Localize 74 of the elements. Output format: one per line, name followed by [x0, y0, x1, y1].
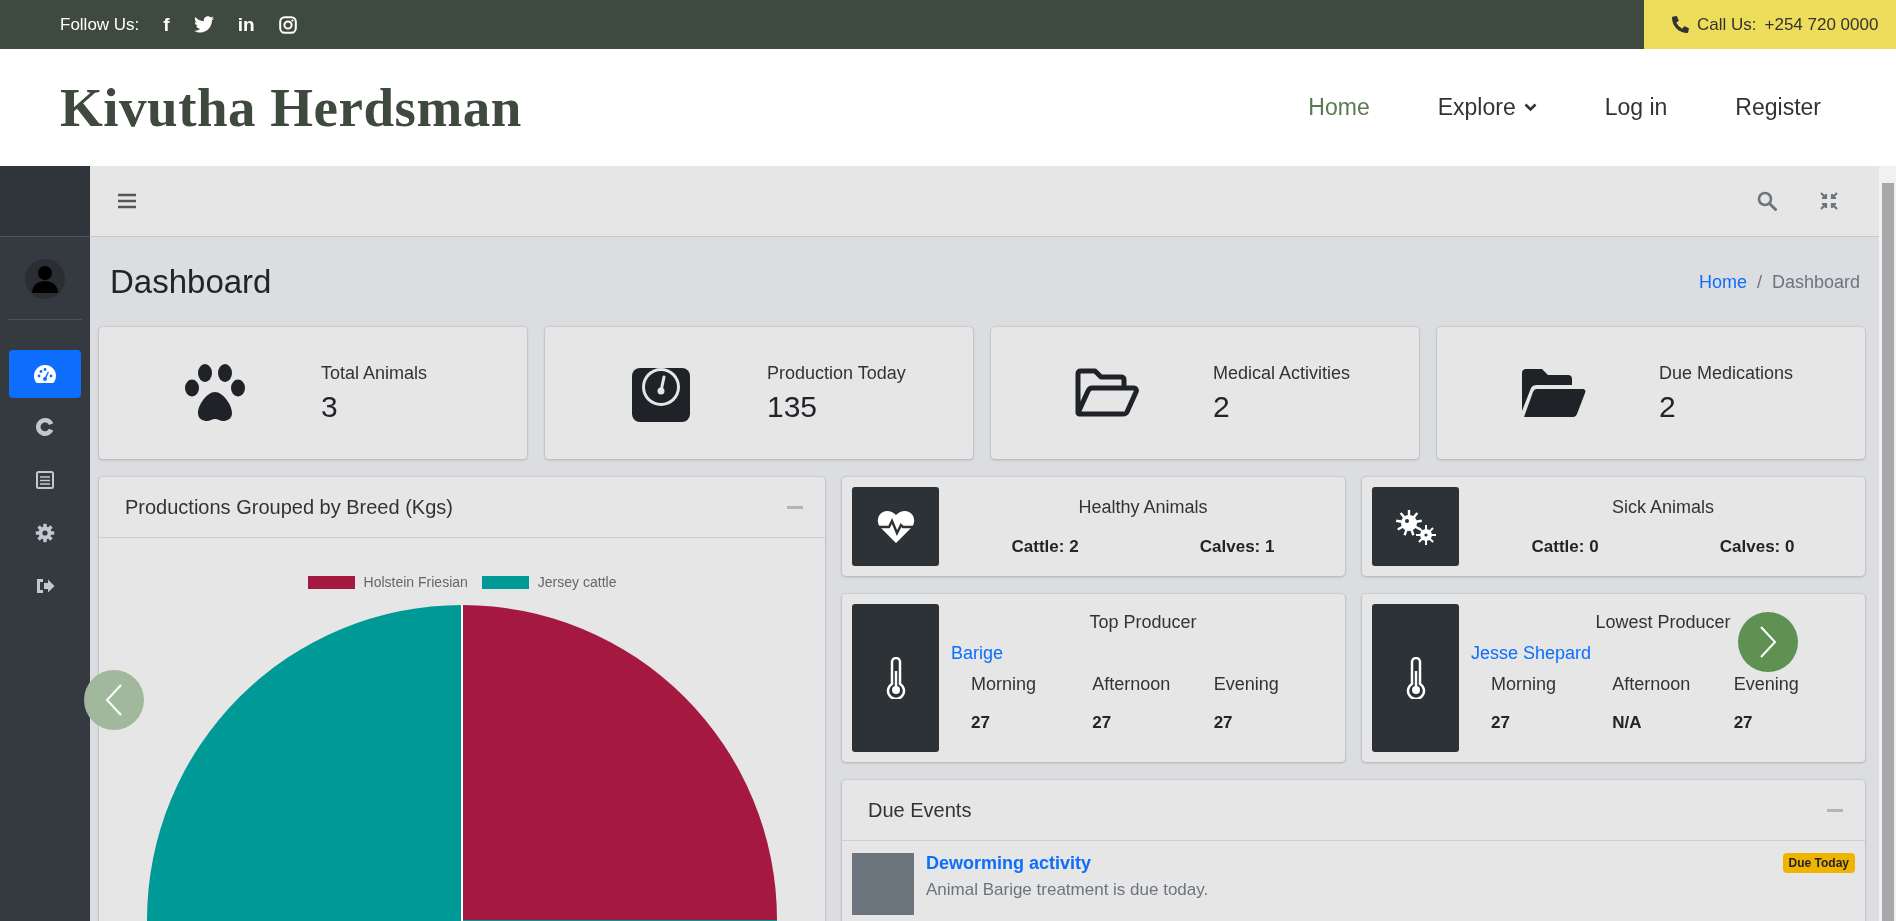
period-label: Morning: [971, 674, 1038, 695]
image-placeholder: [852, 853, 914, 915]
stat-value: 3: [321, 389, 339, 424]
stat-value: 2: [1213, 389, 1231, 424]
phone-number: +254 720 0000: [1764, 14, 1879, 35]
thermometer-icon: [885, 657, 906, 699]
social-link[interactable]: in: [237, 13, 255, 36]
period-label: Afternoon: [1092, 674, 1172, 695]
card-title: Healthy Animals: [1078, 496, 1208, 518]
nav-link[interactable]: Register: [1735, 94, 1821, 121]
stat-value: 2: [1659, 389, 1677, 424]
animal-link[interactable]: Jesse Shepard: [1471, 643, 1592, 664]
heart-pulse-icon: [876, 509, 915, 544]
event-description: Animal Barige treatment is due today.: [926, 880, 1210, 900]
c-shape-icon[interactable]: [35, 417, 55, 437]
period-value: 27: [1092, 713, 1113, 733]
animal-link[interactable]: Barige: [951, 643, 1004, 664]
period-value: 27: [1491, 713, 1511, 733]
period-value: N/A: [1612, 713, 1643, 733]
settings-icon[interactable]: [35, 523, 55, 543]
nav-link[interactable]: Log in: [1604, 94, 1668, 121]
follow-label: Follow Us:: [60, 14, 140, 35]
period-label: Afternoon: [1612, 674, 1692, 695]
legend-label: Jersey cattle: [537, 574, 617, 590]
calves-count: Calves: 0: [1719, 536, 1795, 557]
stat-value: 135: [767, 389, 819, 424]
breadcrumb-separator: /: [1756, 271, 1762, 293]
period-label: Evening: [1213, 674, 1280, 695]
card-title: Productions Grouped by Breed (Kgs): [125, 495, 453, 519]
breadcrumb-item[interactable]: Dashboard: [1771, 271, 1860, 293]
logout-icon[interactable]: [35, 576, 55, 596]
menu-icon[interactable]: [118, 193, 136, 209]
due-badge: Due Today: [1782, 853, 1855, 873]
camera-icon[interactable]: [278, 15, 297, 34]
list-icon[interactable]: [35, 470, 55, 490]
sidebar-item[interactable]: [9, 350, 81, 398]
cattle-count: Cattle: 0: [1531, 536, 1599, 557]
paw-icon: [184, 364, 246, 422]
period-value: 27: [1213, 713, 1234, 733]
stat-label: Total Animals: [321, 362, 429, 384]
legend-label: Holstein Friesian: [363, 574, 468, 590]
bird-icon[interactable]: [193, 16, 214, 33]
social-link[interactable]: f: [163, 13, 170, 36]
stat-label: Due Medications: [1659, 362, 1795, 384]
card-title: Sick Animals: [1611, 496, 1714, 518]
search-icon[interactable]: [1757, 191, 1777, 211]
call-label: Call Us:: [1697, 14, 1757, 35]
page-title: Dashboard: [110, 263, 272, 301]
breadcrumb-item[interactable]: Home: [1698, 271, 1747, 293]
period-label: Morning: [1491, 674, 1558, 695]
avatar-icon: [25, 259, 65, 299]
stat-label: Production Today: [767, 362, 907, 384]
nav-link[interactable]: Explore: [1437, 94, 1537, 121]
period-label: Evening: [1733, 674, 1800, 695]
card-title: Lowest Producer: [1595, 612, 1731, 633]
period-value: 27: [1733, 713, 1754, 733]
site-title: Kivutha Herdsman: [60, 76, 522, 139]
event-link[interactable]: Deworming activity: [926, 853, 1092, 874]
thermometer-icon: [1405, 657, 1426, 699]
scrollbar[interactable]: [1879, 166, 1896, 921]
nav-link[interactable]: Home: [1308, 94, 1370, 121]
calves-count: Calves: 1: [1199, 536, 1275, 557]
folder-icon: [1520, 367, 1586, 419]
chevron-right-icon: [1759, 625, 1777, 659]
phone-icon: [1672, 16, 1689, 33]
period-value: 27: [971, 713, 991, 733]
cattle-count: Cattle: 2: [1011, 536, 1079, 557]
card-title: Due Events: [868, 798, 972, 822]
gauge-icon: [33, 364, 57, 384]
collapse-icon[interactable]: [1819, 191, 1839, 211]
stat-label: Medical Activities: [1213, 362, 1352, 384]
card-title: Top Producer: [1089, 612, 1197, 633]
folder-icon: [1074, 367, 1140, 419]
chevron-left-icon: [105, 683, 123, 717]
